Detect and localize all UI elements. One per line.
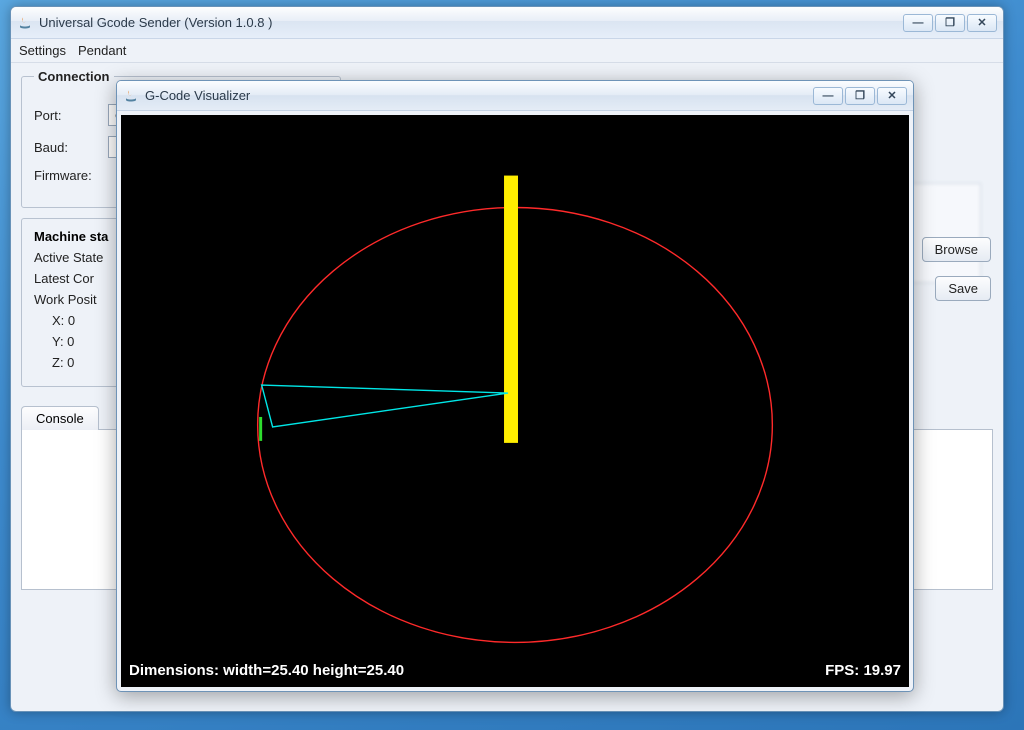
gcode-visualizer-dialog[interactable]: G-Code Visualizer — ❐ ✕ Dimensions: widt… bbox=[116, 80, 914, 692]
tool-indicator bbox=[504, 176, 518, 443]
rapid-move-triangle bbox=[262, 385, 508, 427]
close-button[interactable]: ✕ bbox=[967, 14, 997, 32]
tab-console[interactable]: Console bbox=[21, 406, 99, 430]
dialog-title: G-Code Visualizer bbox=[145, 88, 813, 103]
visualizer-canvas[interactable]: Dimensions: width=25.40 height=25.40 FPS… bbox=[121, 115, 909, 687]
save-button[interactable]: Save bbox=[935, 276, 991, 301]
java-icon bbox=[17, 15, 33, 31]
dialog-titlebar[interactable]: G-Code Visualizer — ❐ ✕ bbox=[117, 81, 913, 111]
firmware-label: Firmware: bbox=[34, 168, 92, 183]
port-label: Port: bbox=[34, 108, 100, 123]
dialog-minimize-button[interactable]: — bbox=[813, 87, 843, 105]
minimize-button[interactable]: — bbox=[903, 14, 933, 32]
maximize-button[interactable]: ❐ bbox=[935, 14, 965, 32]
toolpath-svg bbox=[121, 115, 909, 687]
browse-button[interactable]: Browse bbox=[922, 237, 991, 262]
connection-header: Connection bbox=[34, 69, 114, 84]
menu-settings[interactable]: Settings bbox=[19, 43, 66, 58]
dimensions-readout: Dimensions: width=25.40 height=25.40 bbox=[129, 662, 404, 679]
main-titlebar[interactable]: Universal Gcode Sender (Version 1.0.8 ) … bbox=[11, 7, 1003, 39]
menu-pendant[interactable]: Pendant bbox=[78, 43, 126, 58]
main-window-title: Universal Gcode Sender (Version 1.0.8 ) bbox=[39, 15, 903, 30]
baud-label: Baud: bbox=[34, 140, 100, 155]
dialog-close-button[interactable]: ✕ bbox=[877, 87, 907, 105]
menubar: Settings Pendant bbox=[11, 39, 1003, 63]
dialog-maximize-button[interactable]: ❐ bbox=[845, 87, 875, 105]
fps-readout: FPS: 19.97 bbox=[825, 662, 901, 679]
java-icon bbox=[123, 88, 139, 104]
